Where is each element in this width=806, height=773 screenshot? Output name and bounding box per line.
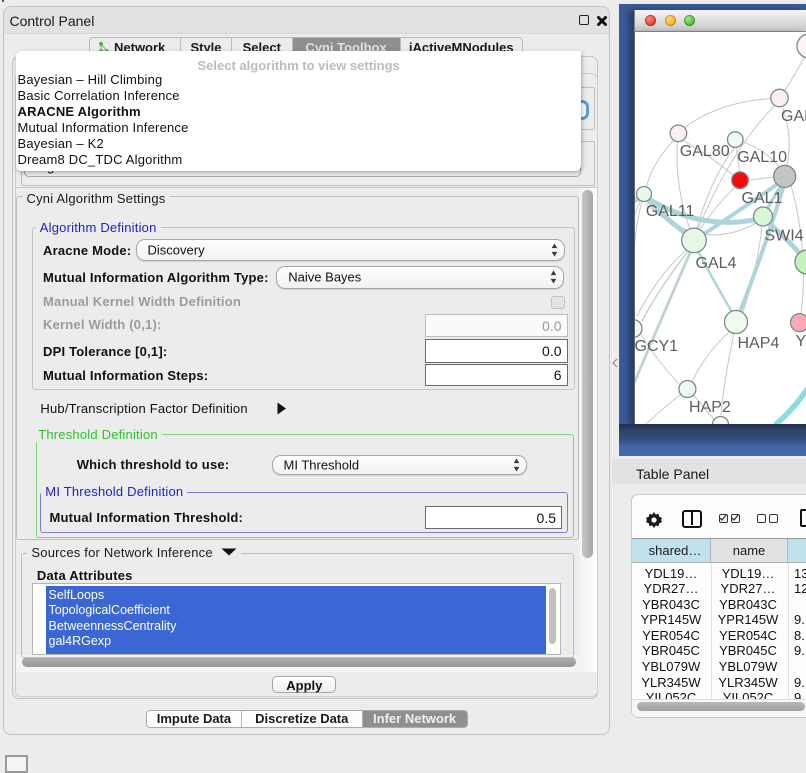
- svg-text:GAL: GAL: [781, 108, 806, 125]
- svg-text:GAL4: GAL4: [696, 255, 737, 272]
- svg-text:HAP4: HAP4: [738, 335, 780, 352]
- svg-text:GAL1: GAL1: [742, 190, 783, 207]
- svg-text:GAL80: GAL80: [680, 143, 730, 160]
- svg-text:Y: Y: [796, 333, 806, 350]
- svg-text:SWI4: SWI4: [765, 228, 804, 245]
- svg-text:GAL10: GAL10: [737, 149, 787, 166]
- svg-text:GCY1: GCY1: [635, 338, 678, 355]
- svg-text:HAP2: HAP2: [689, 399, 731, 416]
- svg-text:GAL11: GAL11: [646, 203, 695, 220]
